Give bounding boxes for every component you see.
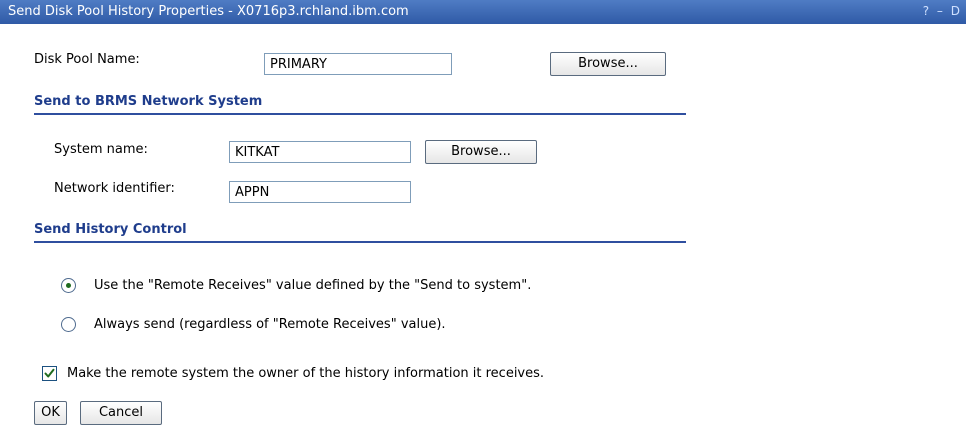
window-controls: ? – D (919, 4, 960, 18)
radio-selected-dot (66, 283, 71, 288)
network-identifier-label: Network identifier: (54, 181, 175, 196)
system-name-label: System name: (54, 142, 148, 157)
network-identifier-input[interactable] (229, 181, 411, 203)
remote-receives-radio-label[interactable]: Use the "Remote Receives" value defined … (94, 278, 531, 293)
always-send-radio[interactable] (61, 317, 76, 332)
window-title: Send Disk Pool History Properties - X071… (8, 4, 409, 19)
checkmark-icon (44, 368, 55, 378)
owner-checkbox[interactable] (42, 366, 57, 381)
network-section-title: Send to BRMS Network System (34, 94, 263, 109)
disk-pool-browse-button[interactable]: Browse... (550, 52, 666, 76)
maximize-icon[interactable]: D (951, 4, 960, 18)
history-section-title: Send History Control (34, 222, 187, 237)
system-name-input[interactable] (229, 141, 411, 163)
help-icon[interactable]: ? (923, 4, 929, 18)
owner-checkbox-label[interactable]: Make the remote system the owner of the … (67, 366, 544, 381)
system-name-browse-button[interactable]: Browse... (425, 140, 537, 164)
cancel-button[interactable]: Cancel (80, 401, 162, 425)
disk-pool-name-input[interactable] (264, 53, 452, 75)
remote-receives-radio[interactable] (61, 278, 76, 293)
network-section-divider (34, 113, 686, 115)
ok-button[interactable]: OK (34, 401, 67, 425)
always-send-radio-label[interactable]: Always send (regardless of "Remote Recei… (94, 317, 446, 332)
minimize-icon[interactable]: – (937, 4, 943, 18)
window-title-bar: Send Disk Pool History Properties - X071… (0, 0, 966, 24)
history-section-divider (34, 241, 686, 243)
disk-pool-name-label: Disk Pool Name: (34, 52, 140, 67)
